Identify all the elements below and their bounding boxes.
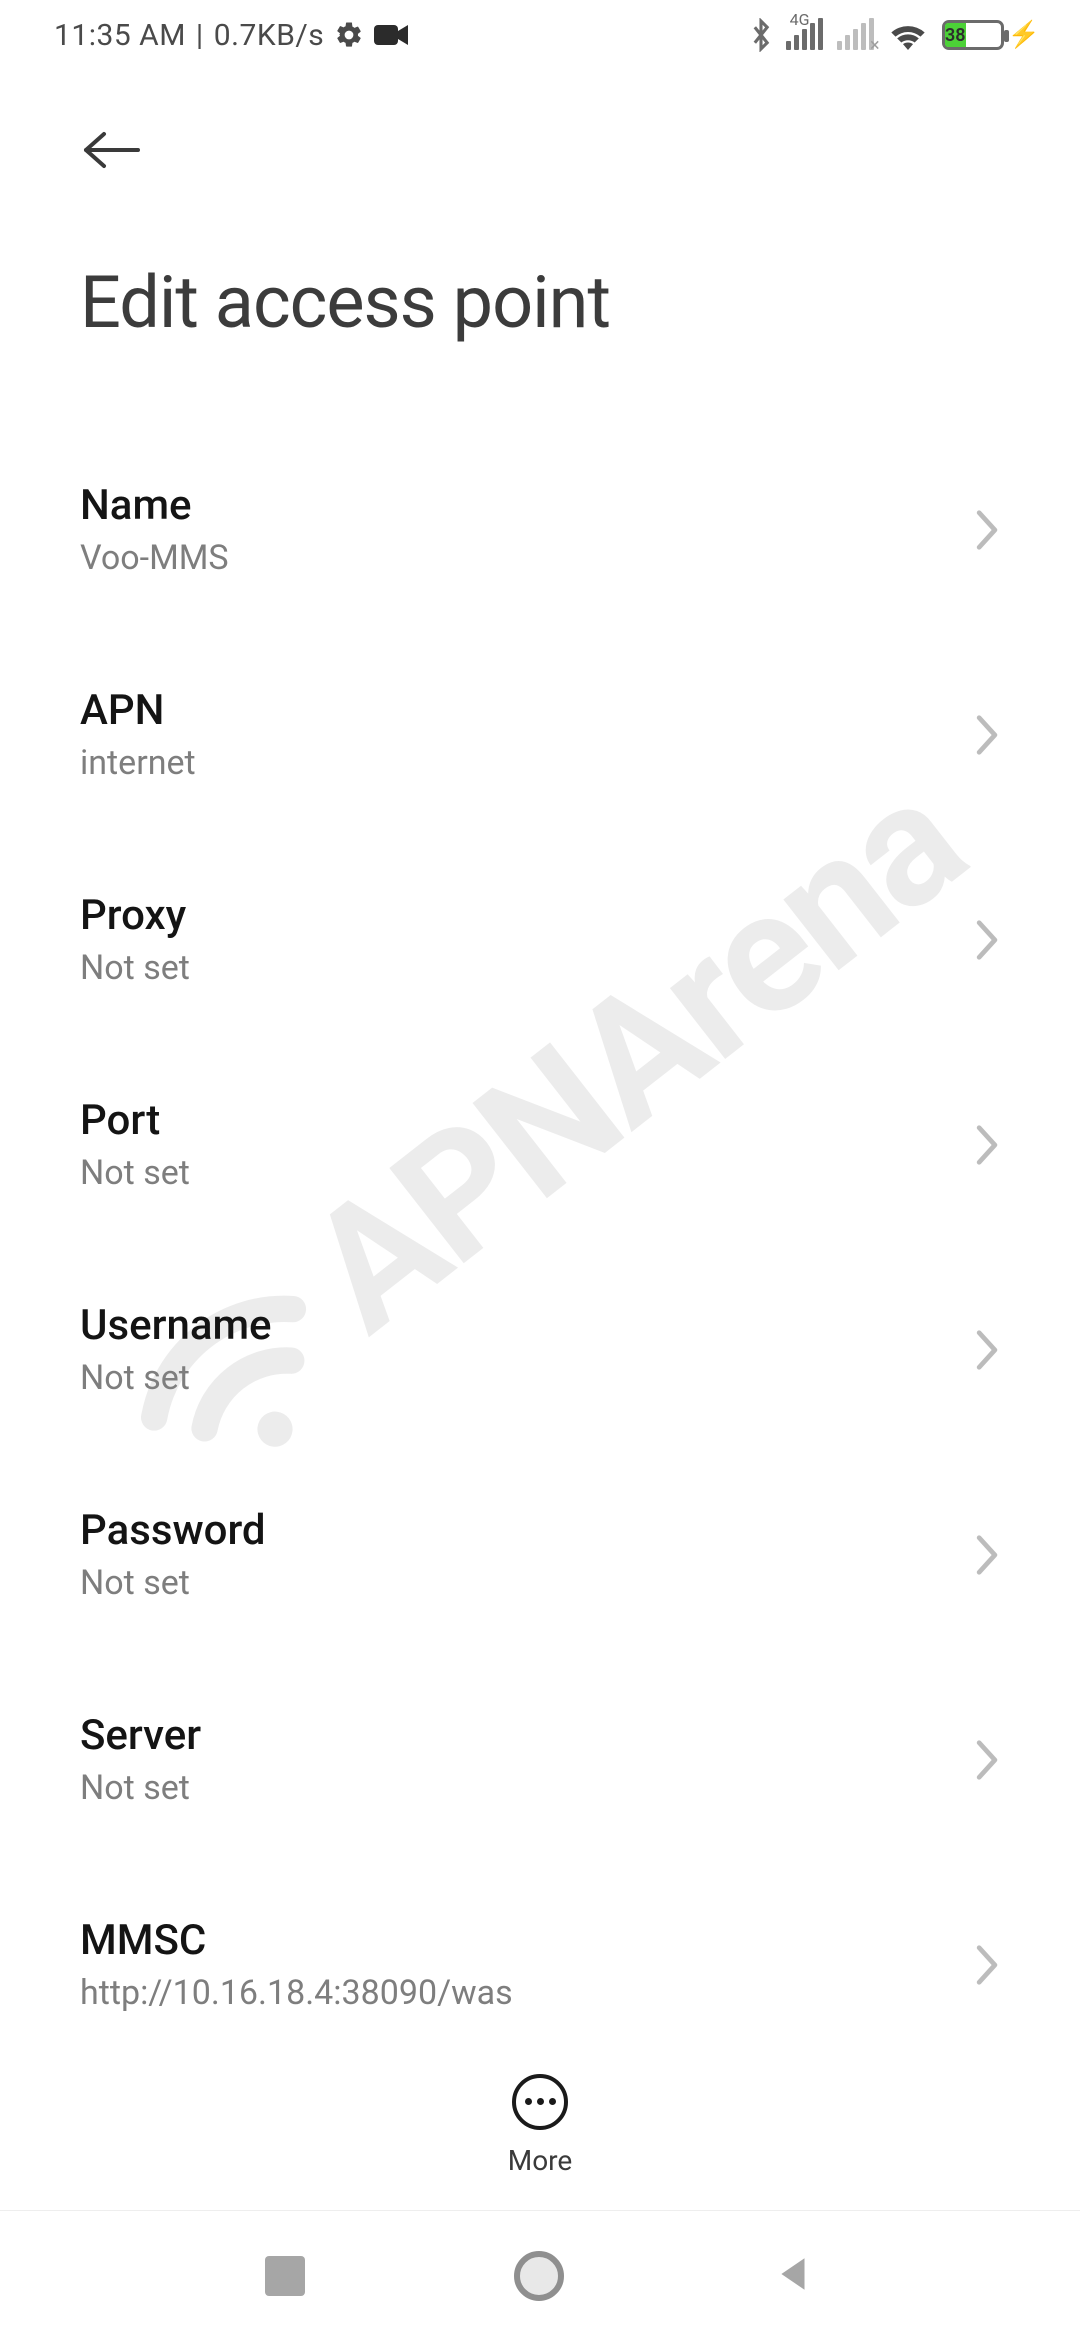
row-value: Not set [80, 1358, 272, 1398]
row-proxy[interactable]: Proxy Not set [80, 855, 1000, 1024]
battery-percent: 38 [945, 25, 966, 46]
row-label: Server [80, 1711, 201, 1760]
row-label: Proxy [80, 891, 190, 940]
row-label: MMSC [80, 1916, 513, 1965]
status-net-speed: 0.7KB/s [214, 18, 325, 53]
chevron-right-icon [974, 508, 1000, 552]
nav-back-button[interactable] [773, 2253, 815, 2299]
chevron-right-icon [974, 1738, 1000, 1782]
row-label: Port [80, 1096, 190, 1145]
nav-recent-button[interactable] [265, 2256, 305, 2296]
row-label: Password [80, 1506, 266, 1555]
row-server[interactable]: Server Not set [80, 1675, 1000, 1844]
bluetooth-icon [750, 18, 772, 52]
row-value: internet [80, 743, 196, 783]
nav-home-button[interactable] [514, 2251, 564, 2301]
status-divider: | [196, 18, 204, 53]
chevron-right-icon [974, 713, 1000, 757]
row-label: APN [80, 686, 196, 735]
settings-list: Name Voo-MMS APN internet Proxy Not set [0, 345, 1080, 2110]
row-value: Not set [80, 1768, 201, 1808]
chevron-right-icon [974, 1533, 1000, 1577]
chevron-right-icon [974, 1123, 1000, 1167]
battery-indicator: 38 ⚡ [942, 20, 1040, 50]
signal-4g-icon: 4G [786, 20, 823, 50]
more-label: More [508, 2144, 573, 2177]
wifi-icon [888, 20, 928, 50]
row-label: Username [80, 1301, 272, 1350]
system-nav-bar [0, 2210, 1080, 2340]
header: Edit access point [0, 70, 1080, 345]
signal-nosim-icon [837, 20, 874, 50]
status-bar: 11:35 AM | 0.7KB/s 4G 38 ⚡ [0, 0, 1080, 70]
gear-icon [334, 20, 364, 50]
row-mms-proxy[interactable]: MMS proxy 10.16.18.77 [80, 2085, 1000, 2110]
camera-icon [374, 23, 408, 47]
page-title: Edit access point [80, 260, 1000, 345]
cell-4g-label: 4G [790, 10, 810, 29]
row-value: Not set [80, 948, 190, 988]
row-label: Name [80, 481, 229, 530]
row-name[interactable]: Name Voo-MMS [80, 445, 1000, 614]
charging-icon: ⚡ [1008, 20, 1040, 50]
status-right: 4G 38 ⚡ [750, 18, 1040, 52]
status-time: 11:35 AM [54, 18, 186, 53]
row-value: Not set [80, 1153, 190, 1193]
chevron-right-icon [974, 918, 1000, 962]
row-mmsc[interactable]: MMSC http://10.16.18.4:38090/was [80, 1880, 1000, 2049]
row-port[interactable]: Port Not set [80, 1060, 1000, 1229]
row-password[interactable]: Password Not set [80, 1470, 1000, 1639]
row-apn[interactable]: APN internet [80, 650, 1000, 819]
chevron-right-icon [974, 1943, 1000, 1987]
row-value: Voo-MMS [80, 538, 229, 578]
status-left: 11:35 AM | 0.7KB/s [54, 18, 408, 53]
row-value: http://10.16.18.4:38090/was [80, 1973, 513, 2013]
row-value: Not set [80, 1563, 266, 1603]
row-username[interactable]: Username Not set [80, 1265, 1000, 1434]
back-button[interactable] [80, 110, 160, 190]
chevron-right-icon [974, 1328, 1000, 1372]
